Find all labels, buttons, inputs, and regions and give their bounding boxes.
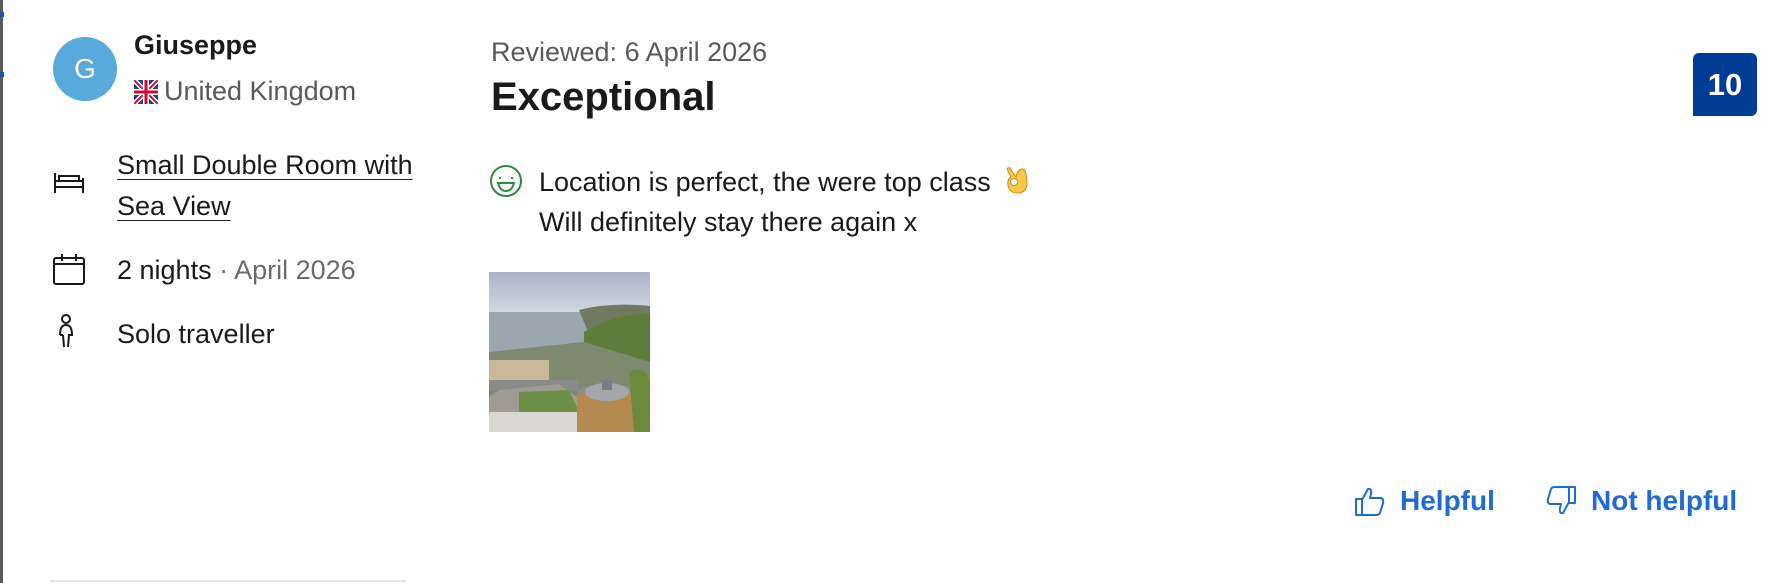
room-row: Small Double Room with Sea View (52, 145, 437, 227)
review-photo (489, 272, 650, 432)
traveller-row: Solo traveller (52, 314, 275, 355)
review-title: Exceptional (491, 75, 716, 119)
thumbs-up-icon (1355, 487, 1385, 516)
review-score: 10 (1707, 66, 1743, 102)
smile-icon (490, 165, 522, 197)
calendar-icon (53, 254, 85, 285)
ok-hand-emoji (1007, 167, 1028, 194)
divider (50, 580, 406, 582)
stay-dates-row: 2 nights · April 2026 (52, 250, 356, 291)
stay-month: April 2026 (234, 255, 356, 285)
avatar-initial: G (74, 53, 96, 84)
review-score-badge: 10 (1693, 53, 1757, 116)
reviewer-name: Giuseppe (134, 30, 258, 60)
not-helpful-label: Not helpful (1591, 485, 1738, 516)
avatar: G (53, 37, 117, 101)
edge-marker (0, 12, 4, 17)
helpful-label: Helpful (1400, 485, 1495, 516)
room-type-link[interactable]: Small Double Room with Sea View (117, 145, 437, 227)
country-label: United Kingdom (164, 76, 357, 106)
edge-marker (0, 72, 4, 77)
not-helpful-button[interactable]: Not helpful (1545, 485, 1737, 517)
review-photo-thumbnail[interactable] (489, 272, 650, 432)
reviewer-country: United Kingdom (134, 76, 356, 107)
bed-icon (54, 173, 84, 193)
review-line-2: Will definitely stay there again x (539, 207, 918, 237)
helpful-button[interactable]: Helpful (1354, 485, 1495, 517)
stay-dates: 2 nights · April 2026 (117, 250, 356, 291)
dot-separator: · (219, 255, 229, 285)
person-icon (59, 314, 74, 348)
thumbs-down-icon (1546, 486, 1576, 515)
review-positive: Location is perfect, the were top class … (489, 162, 1032, 242)
traveller-type: Solo traveller (117, 319, 275, 349)
review-text: Location is perfect, the were top class … (539, 162, 1032, 242)
nights-count: 2 nights (117, 255, 212, 285)
window-edge (0, 0, 3, 583)
review-line-1: Location is perfect, the were top class (539, 167, 991, 197)
review-date: Reviewed: 6 April 2026 (491, 37, 768, 67)
flag-uk-icon (134, 79, 158, 104)
